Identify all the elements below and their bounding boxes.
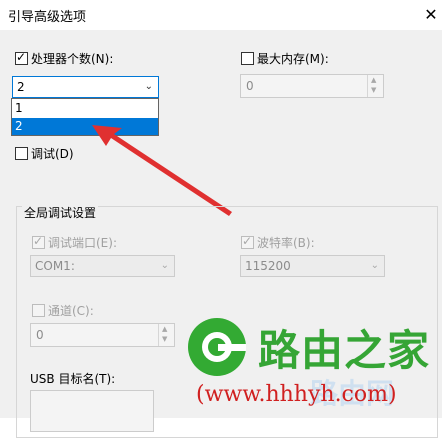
watermark-url: (www.hhhyh.com) [196,382,397,407]
spin-up-icon[interactable]: ▲ [162,325,167,333]
baud-rate-label: 波特率(B): [257,236,315,250]
usb-target-label: USB 目标名(T): [30,372,116,386]
watermark-logo-icon [188,318,246,376]
watermark-site-name: 路由之家 [258,326,431,375]
baud-rate-checkbox[interactable] [241,234,254,249]
chevron-down-icon: ⌄ [160,260,169,271]
chevron-down-icon: ⌄ [370,260,379,271]
spin-down-icon[interactable]: ▼ [162,335,167,343]
debug-port-value: COM1: [35,259,75,273]
spinner-buttons[interactable]: ▲ ▼ [158,324,174,346]
channel-checkbox[interactable] [32,304,45,317]
channel-label: 通道(C): [48,304,94,318]
usb-target-input[interactable] [30,390,154,432]
channel-spinner[interactable]: 0 ▲ ▼ [30,323,175,347]
debug-port-select[interactable]: COM1: ⌄ [30,255,175,277]
debug-port-checkbox[interactable] [32,234,45,249]
baud-rate-select[interactable]: 115200 ⌄ [240,255,385,277]
debug-port-label: 调试端口(E): [48,236,117,250]
baud-rate-value: 115200 [245,259,291,273]
channel-value: 0 [36,328,44,342]
global-debug-title: 全局调试设置 [22,204,99,221]
